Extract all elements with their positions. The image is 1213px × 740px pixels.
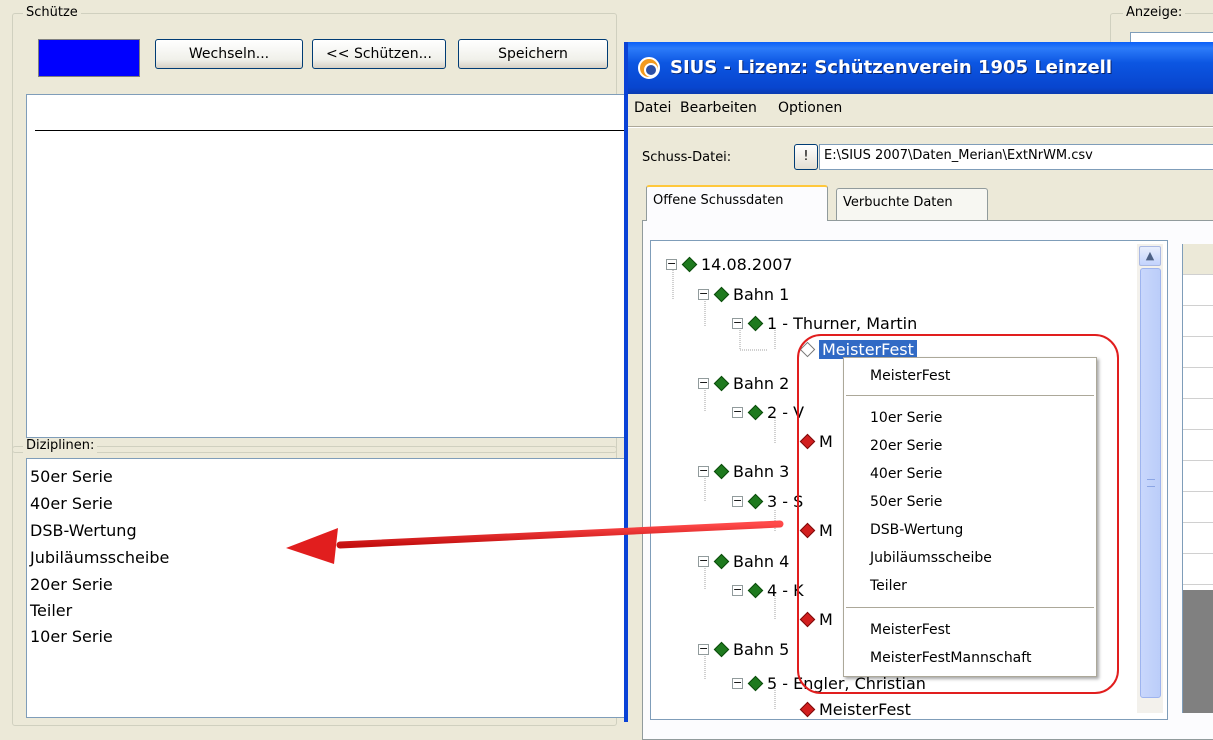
highlight-ring xyxy=(797,334,1119,694)
grid-cell[interactable] xyxy=(1183,399,1213,430)
scroll-up-icon[interactable]: ▲ xyxy=(1139,246,1161,266)
collapse-icon[interactable]: − xyxy=(698,377,709,389)
diziplinen-group-label: Diziplinen: xyxy=(23,438,98,453)
tree-node-shooter2[interactable]: − 2 - V xyxy=(732,401,804,423)
list-item[interactable]: Jubiläumsscheibe xyxy=(30,548,169,567)
list-item[interactable]: 40er Serie xyxy=(30,494,113,513)
tree-node-shooter3[interactable]: − 3 - S xyxy=(732,490,803,512)
collapse-icon[interactable]: − xyxy=(732,317,743,329)
tree-node-bahn1[interactable]: − Bahn 1 xyxy=(698,283,789,305)
schuss-datei-label: Schuss-Datei: xyxy=(642,150,732,165)
color-swatch[interactable] xyxy=(38,39,140,77)
list-item[interactable]: Teiler xyxy=(30,601,72,620)
tab-verbuchte-daten[interactable]: Verbuchte Daten xyxy=(836,188,988,220)
grid-cell[interactable] xyxy=(1183,368,1213,399)
collapse-icon[interactable]: − xyxy=(732,584,743,596)
green-node-icon xyxy=(747,582,764,598)
tab-offene-schussdaten[interactable]: Offene Schussdaten xyxy=(646,185,828,221)
grid-cell[interactable] xyxy=(1183,554,1213,585)
schuetze-group-label: Schütze xyxy=(23,5,81,20)
grid-cell[interactable] xyxy=(1183,523,1213,554)
green-node-icon xyxy=(713,463,730,479)
green-node-icon xyxy=(747,404,764,420)
list-item[interactable]: DSB-Wertung xyxy=(30,521,137,540)
menu-optionen[interactable]: Optionen xyxy=(778,100,842,116)
grid-cell[interactable] xyxy=(1183,306,1213,337)
collapse-icon[interactable]: − xyxy=(732,495,743,507)
grid-cell[interactable] xyxy=(1183,337,1213,368)
speichern-button[interactable]: Speichern xyxy=(458,39,608,69)
grid-empty-area xyxy=(1183,590,1213,713)
grip-icon xyxy=(1147,479,1155,487)
wechseln-button[interactable]: Wechseln... xyxy=(155,39,303,69)
menu-datei[interactable]: Datei xyxy=(634,100,671,116)
red-node-icon xyxy=(799,701,816,717)
collapse-icon[interactable]: − xyxy=(698,643,709,655)
dialog-title: SIUS - Lizenz: Schützenverein 1905 Leinz… xyxy=(670,57,1113,78)
tree-node-date[interactable]: − 14.08.2007 xyxy=(666,253,793,275)
side-grid[interactable] xyxy=(1182,244,1213,713)
scrollbar-thumb[interactable] xyxy=(1140,268,1161,698)
tree-node-label: Bahn 3 xyxy=(733,461,790,481)
schuetzen-button[interactable]: << Schützen... xyxy=(312,39,446,69)
green-node-icon xyxy=(713,286,730,302)
list-divider xyxy=(35,130,630,131)
green-node-icon xyxy=(747,315,764,331)
green-node-icon xyxy=(681,256,698,272)
grid-cell[interactable] xyxy=(1183,430,1213,461)
tree-node-bahn5[interactable]: − Bahn 5 xyxy=(698,638,789,660)
tree-node-label: Bahn 5 xyxy=(733,639,790,659)
list-item[interactable]: 10er Serie xyxy=(30,627,113,646)
tree-node-bahn2[interactable]: − Bahn 2 xyxy=(698,372,789,394)
tree-node-shooter4[interactable]: − 4 - K xyxy=(732,579,804,601)
tree-node-label: 1 - Thurner, Martin xyxy=(767,313,918,333)
tree-node-shooter1[interactable]: − 1 - Thurner, Martin xyxy=(732,312,917,334)
collapse-icon[interactable]: − xyxy=(732,677,743,689)
dialog-titlebar[interactable]: SIUS - Lizenz: Schützenverein 1905 Leinz… xyxy=(628,42,1213,94)
tree-node-leaf5[interactable]: MeisterFest xyxy=(799,698,911,720)
collapse-icon[interactable]: − xyxy=(666,258,677,270)
menu-separator xyxy=(628,126,1213,128)
diziplinen-list[interactable]: 50er Serie 40er Serie DSB-Wertung Jubilä… xyxy=(26,458,626,718)
green-node-icon xyxy=(713,375,730,391)
green-node-icon xyxy=(747,675,764,691)
sius-app-icon[interactable] xyxy=(638,57,660,79)
collapse-icon[interactable]: − xyxy=(698,288,709,300)
tree-node-bahn3[interactable]: − Bahn 3 xyxy=(698,460,789,482)
green-node-icon xyxy=(713,641,730,657)
green-node-icon xyxy=(747,493,764,509)
grid-cell[interactable] xyxy=(1183,244,1213,275)
tree-node-label: Bahn 4 xyxy=(733,551,790,571)
browse-button[interactable]: ! xyxy=(794,144,818,170)
grid-cell[interactable] xyxy=(1183,461,1213,492)
tree-node-label: 14.08.2007 xyxy=(701,254,793,274)
list-item[interactable]: 50er Serie xyxy=(30,467,113,486)
grid-cell[interactable] xyxy=(1183,492,1213,523)
tree-node-label: MeisterFest xyxy=(819,699,911,719)
collapse-icon[interactable]: − xyxy=(732,406,743,418)
menu-bearbeiten[interactable]: Bearbeiten xyxy=(680,100,757,116)
green-node-icon xyxy=(713,553,730,569)
tree-node-label: Bahn 1 xyxy=(733,284,790,304)
schuss-datei-input[interactable]: E:\SIUS 2007\Daten_Merian\ExtNrWM.csv xyxy=(819,144,1213,170)
collapse-icon[interactable]: − xyxy=(698,555,709,567)
tree-node-bahn4[interactable]: − Bahn 4 xyxy=(698,550,789,572)
list-item[interactable]: 20er Serie xyxy=(30,575,113,594)
collapse-icon[interactable]: − xyxy=(698,465,709,477)
grid-cell[interactable] xyxy=(1183,275,1213,306)
menu-bar: Datei Bearbeiten Optionen xyxy=(628,94,1213,122)
tree-node-label: Bahn 2 xyxy=(733,373,790,393)
schuetze-list[interactable] xyxy=(26,94,630,438)
anzeige-group-label: Anzeige: xyxy=(1123,5,1186,20)
